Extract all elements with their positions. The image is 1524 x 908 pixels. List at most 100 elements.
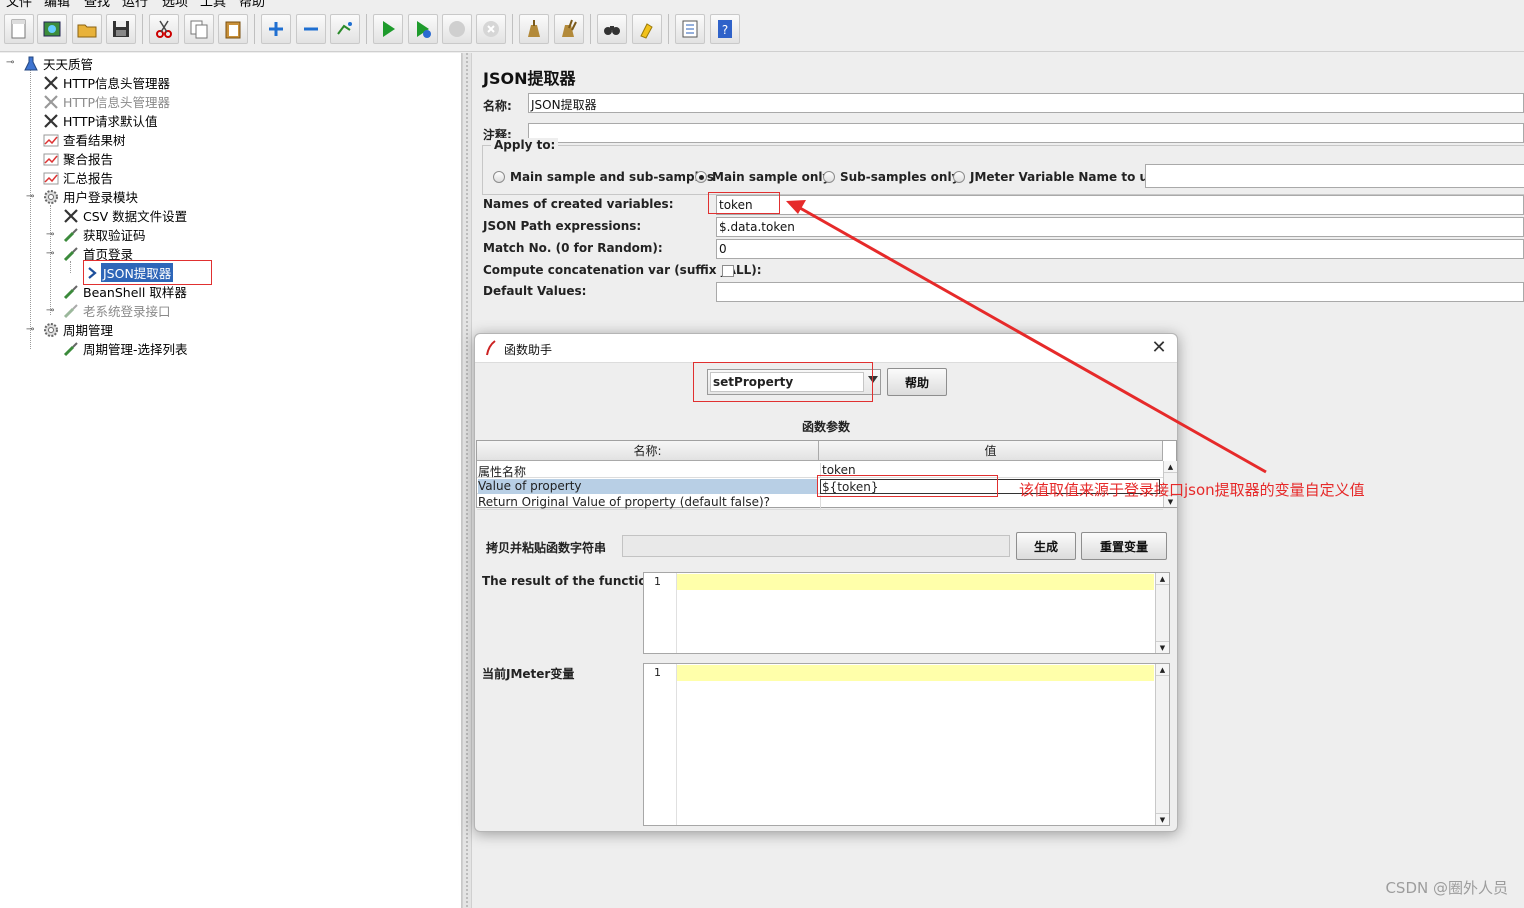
line-number: 1 (644, 664, 677, 825)
start-no-pause-icon[interactable] (408, 14, 438, 44)
dialog-title: 函数助手 (504, 343, 553, 357)
paste-icon[interactable] (218, 14, 248, 44)
shutdown-icon[interactable] (476, 14, 506, 44)
scroll-down-icon[interactable]: ▼ (1156, 813, 1169, 825)
scroll-up-icon[interactable]: ▲ (1164, 461, 1177, 473)
radio-button (493, 171, 505, 183)
concat-label: Compute concatenation var (suffix _ALL): (483, 263, 762, 277)
help-button[interactable]: 帮助 (887, 368, 947, 396)
copy-icon[interactable] (184, 14, 214, 44)
tree-node-http-defaults[interactable]: HTTP请求默认值 (42, 111, 158, 130)
templates-icon[interactable] (37, 14, 67, 44)
search-icon[interactable] (597, 14, 627, 44)
scroll-up-icon[interactable]: ▲ (1156, 664, 1169, 676)
apply-to-group: Apply to: Main sample and sub-samples Ma… (482, 138, 1524, 195)
dialog-titlebar[interactable]: 函数助手 ✕ (475, 334, 1177, 363)
tree-label: 查看结果树 (63, 133, 126, 148)
concat-checkbox[interactable] (722, 265, 734, 277)
menu-options[interactable]: 选项 (162, 0, 188, 8)
tree-label: HTTP信息头管理器 (63, 76, 170, 91)
radio-main-only[interactable]: Main sample only (695, 170, 830, 184)
sampler-icon (62, 340, 80, 358)
jmeter-vars-textarea[interactable]: 1 ▲ ▼ (643, 663, 1170, 826)
menu-search[interactable]: 查找 (84, 0, 110, 8)
clear-all-icon[interactable] (554, 14, 584, 44)
jmeter-vars-label: 当前JMeter变量 (482, 667, 575, 681)
tree-node-http-header-manager[interactable]: HTTP信息头管理器 (42, 73, 170, 92)
menu-run[interactable]: 运行 (122, 0, 148, 8)
menu-edit[interactable]: 编辑 (44, 0, 70, 8)
tree-node-cycle-select-list[interactable]: 周期管理-选择列表 (62, 339, 188, 358)
radio-sub-only[interactable]: Sub-samples only (823, 170, 959, 184)
radio-jmeter-variable[interactable]: JMeter Variable Name to use (953, 170, 1163, 184)
radio-label: Main sample only (712, 170, 831, 184)
toolbar: ? (0, 8, 1524, 52)
config-icon (42, 93, 60, 111)
radio-main-and-sub[interactable]: Main sample and sub-samples (493, 170, 714, 184)
reset-variables-button[interactable]: 重置变量 (1081, 532, 1167, 560)
test-plan-icon (22, 55, 40, 73)
save-icon[interactable] (106, 14, 136, 44)
open-icon[interactable] (72, 14, 102, 44)
scroll-down-icon[interactable]: ▼ (1156, 641, 1169, 653)
help-icon[interactable]: ? (710, 14, 740, 44)
cell-name: 属性名称 (478, 465, 527, 478)
radio-button (953, 171, 965, 183)
line-number: 1 (644, 573, 677, 653)
menu-tools[interactable]: 工具 (200, 0, 226, 8)
tree-node-view-results-tree[interactable]: 查看结果树 (42, 130, 126, 149)
tree-label: 聚合报告 (63, 152, 114, 167)
tree-node-csv-data-set[interactable]: CSV 数据文件设置 (62, 206, 187, 225)
close-icon[interactable]: ✕ (1149, 338, 1169, 358)
new-icon[interactable] (4, 14, 34, 44)
radio-label: Main sample and sub-samples (510, 170, 715, 184)
copy-field[interactable] (622, 535, 1010, 557)
var-names-field[interactable]: token (716, 195, 1524, 215)
cut-icon[interactable] (149, 14, 179, 44)
tree-node-summary-report[interactable]: 汇总报告 (42, 168, 113, 187)
comment-field[interactable] (528, 123, 1524, 143)
default-values-field[interactable] (716, 282, 1524, 302)
test-plan-tree[interactable]: ⊸ 天天质管 HTTP信息头管理器 HTTP信息头管理器 HTTP请求默认值 查… (0, 53, 462, 908)
split-pane-divider[interactable] (462, 53, 472, 908)
start-icon[interactable] (373, 14, 403, 44)
json-path-field[interactable]: $.data.token (716, 217, 1524, 237)
listener-icon (42, 169, 60, 187)
tree-label: 老系统登录接口 (83, 304, 171, 319)
tree-node-thread-group-cycle[interactable]: 周期管理 (42, 320, 113, 339)
sampler-icon (62, 302, 80, 320)
radio-label: JMeter Variable Name to use (970, 170, 1164, 184)
stop-icon[interactable] (442, 14, 472, 44)
config-icon (42, 74, 60, 92)
vars-scrollbar[interactable]: ▲ ▼ (1155, 664, 1169, 825)
function-helper-icon[interactable] (675, 14, 705, 44)
clear-icon[interactable] (519, 14, 549, 44)
collapse-icon[interactable] (296, 14, 326, 44)
tree-node-get-captcha[interactable]: 获取验证码 (62, 225, 146, 244)
params-title: 函数参数 (801, 420, 850, 434)
feather-icon (485, 340, 497, 359)
result-scrollbar[interactable]: ▲ ▼ (1155, 573, 1169, 653)
tree-node-http-header-manager-disabled[interactable]: HTTP信息头管理器 (42, 92, 170, 111)
match-no-field[interactable]: 0 (716, 239, 1524, 259)
tree-node-aggregate-report[interactable]: 聚合报告 (42, 149, 113, 168)
annotation-text: 该值取值来源于登录接口json提取器的变量自定义值 (1019, 481, 1365, 499)
name-field[interactable]: JSON提取器 (528, 93, 1524, 113)
listener-icon (42, 150, 60, 168)
menu-file[interactable]: 文件 (6, 0, 32, 8)
thread-group-icon (42, 188, 60, 206)
menu-help[interactable]: 帮助 (239, 0, 265, 8)
tree-node-test-plan[interactable]: 天天质管 (22, 54, 93, 73)
column-header-name[interactable]: 名称: (477, 441, 819, 461)
jmeter-variable-field[interactable] (1145, 164, 1524, 188)
column-header-value[interactable]: 值 (819, 441, 1163, 461)
expand-icon[interactable] (261, 14, 291, 44)
result-textarea[interactable]: 1 ▲ ▼ (643, 572, 1170, 654)
name-label: 名称: (483, 99, 512, 113)
tree-node-old-login-api[interactable]: 老系统登录接口 (62, 301, 171, 320)
reset-search-icon[interactable] (632, 14, 662, 44)
generate-button[interactable]: 生成 (1016, 532, 1076, 560)
tree-node-thread-group-login[interactable]: 用户登录模块 (42, 187, 138, 206)
toggle-icon[interactable] (330, 14, 360, 44)
scroll-up-icon[interactable]: ▲ (1156, 573, 1169, 585)
